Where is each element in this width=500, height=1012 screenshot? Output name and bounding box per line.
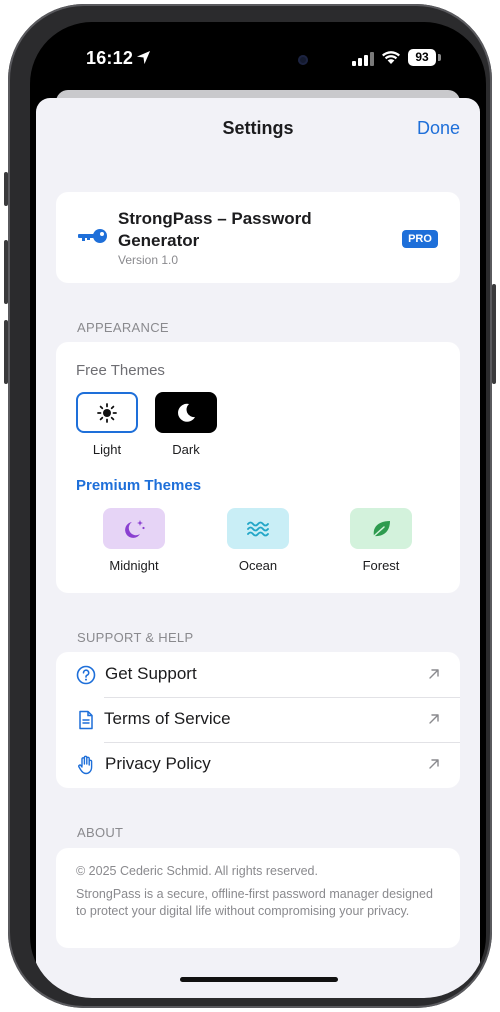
external-link-icon — [429, 714, 439, 724]
terms-of-service-row[interactable]: Terms of Service — [56, 697, 460, 742]
support-section-title: SUPPORT & HELP — [77, 630, 194, 645]
app-info-card: StrongPass – Password Generator Version … — [56, 192, 460, 283]
theme-dark-button[interactable] — [155, 392, 217, 433]
hand-icon — [78, 755, 93, 775]
appearance-card: Free Themes Light Dark Premium Themes Mi… — [56, 342, 460, 593]
battery-indicator: 93 — [408, 49, 436, 66]
get-support-label: Get Support — [105, 664, 197, 683]
status-time: 16:12 — [86, 48, 134, 68]
dynamic-island — [208, 44, 328, 78]
camera-dot — [298, 55, 308, 65]
location-arrow-icon — [136, 50, 151, 65]
about-description: StrongPass is a secure, offline-first pa… — [76, 887, 433, 918]
cellular-signal-icon — [352, 52, 374, 66]
theme-light-button[interactable] — [76, 392, 138, 433]
theme-dark-label: Dark — [172, 442, 200, 457]
privacy-policy-label: Privacy Policy — [105, 754, 211, 773]
theme-light-label: Light — [92, 442, 122, 457]
pro-badge: PRO — [402, 230, 438, 248]
done-button[interactable]: Done — [417, 118, 460, 139]
app-version: Version 1.0 — [118, 253, 179, 267]
theme-midnight-button[interactable] — [103, 508, 165, 549]
key-icon — [78, 229, 107, 243]
theme-forest-label: Forest — [362, 558, 400, 573]
support-card: Get Support Terms of Service Privacy Pol… — [56, 652, 460, 788]
app-name: StrongPass – Password Generator — [118, 209, 312, 250]
free-themes-title: Free Themes — [76, 362, 165, 379]
sun-icon — [97, 402, 117, 423]
waves-icon — [247, 521, 269, 536]
get-support-row[interactable]: Get Support — [56, 652, 460, 697]
action-button — [4, 172, 8, 206]
status-bar: 16:12 93 — [30, 22, 486, 92]
theme-midnight-label: Midnight — [109, 558, 159, 573]
power-button — [492, 284, 496, 384]
leaf-icon — [373, 520, 390, 537]
phone-frame: 16:12 93 Settings Done StrongPass – Pass… — [4, 4, 496, 1008]
theme-forest-button[interactable] — [350, 508, 412, 549]
volume-down-button — [4, 320, 8, 384]
theme-ocean-label: Ocean — [238, 558, 278, 573]
battery-nub — [438, 54, 441, 61]
about-section-title: ABOUT — [77, 825, 124, 840]
volume-up-button — [4, 240, 8, 304]
copyright-text: © 2025 Cederic Schmid. All rights reserv… — [76, 864, 318, 878]
external-link-icon — [429, 759, 439, 769]
question-circle-icon — [76, 665, 96, 685]
privacy-policy-row[interactable]: Privacy Policy — [56, 742, 460, 787]
page-title: Settings — [222, 118, 294, 138]
home-indicator[interactable] — [180, 977, 338, 982]
premium-themes-title: Premium Themes — [76, 477, 202, 494]
moon-stars-icon — [125, 519, 145, 538]
theme-ocean-button[interactable] — [227, 508, 289, 549]
screen: 16:12 93 Settings Done StrongPass – Pass… — [30, 22, 486, 998]
settings-sheet: Settings Done StrongPass – Password Gene… — [36, 98, 480, 998]
appearance-section-title: APPEARANCE — [77, 320, 169, 335]
document-icon — [79, 710, 93, 730]
terms-of-service-label: Terms of Service — [104, 709, 231, 728]
about-card: © 2025 Cederic Schmid. All rights reserv… — [56, 848, 460, 948]
wifi-icon — [382, 51, 400, 64]
moon-icon — [178, 403, 195, 422]
external-link-icon — [429, 669, 439, 679]
